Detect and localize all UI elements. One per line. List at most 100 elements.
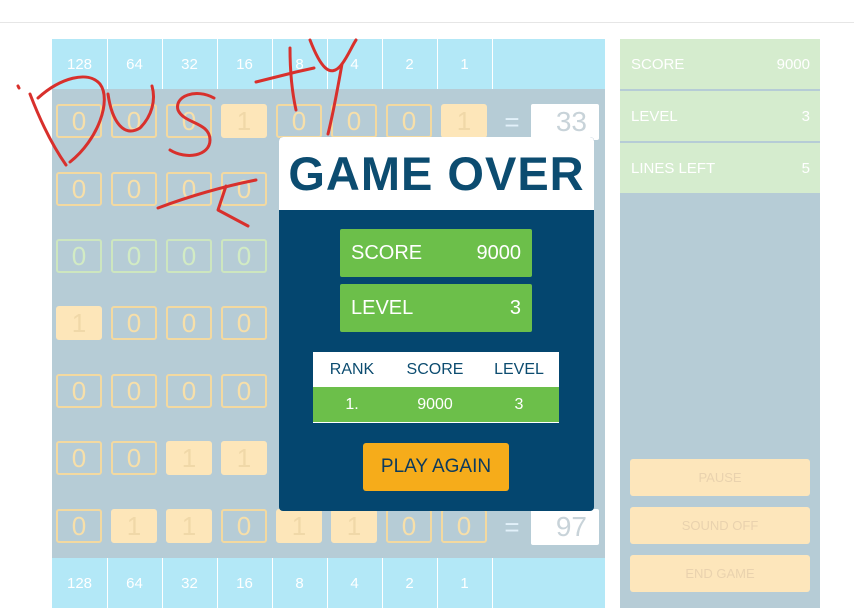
bit-place-value: 32 (181, 574, 198, 592)
bit-toggle[interactable]: 0 (56, 239, 102, 273)
column-divider (437, 558, 438, 608)
bit-place-value: 1 (460, 55, 469, 73)
final-score-value: 9000 (476, 241, 522, 264)
bit-place-value: 4 (350, 574, 359, 592)
score-value: 9000 (776, 55, 810, 73)
equals-sign: = (504, 511, 520, 542)
bit-toggle[interactable]: 1 (56, 306, 102, 340)
score-stat: SCORE 9000 (620, 39, 820, 89)
column-divider (492, 39, 493, 89)
bit-toggle[interactable]: 1 (331, 509, 377, 543)
level-label: LEVEL (631, 107, 678, 125)
bit-toggle[interactable]: 1 (441, 104, 487, 138)
bit-toggle[interactable]: 0 (111, 441, 157, 475)
bit-toggle[interactable]: 1 (221, 441, 267, 475)
final-level-label: LEVEL (351, 296, 414, 319)
bit-place-value: 2 (405, 55, 414, 73)
target-number: 33 (531, 104, 599, 140)
bit-toggle[interactable]: 0 (386, 104, 432, 138)
bit-toggle[interactable]: 0 (221, 239, 267, 273)
bit-toggle[interactable]: 1 (111, 509, 157, 543)
column-divider (437, 39, 438, 89)
score-header: SCORE (406, 360, 464, 378)
bit-toggle[interactable]: 0 (276, 104, 322, 138)
bit-place-value: 128 (66, 574, 93, 592)
bit-toggle[interactable]: 0 (166, 306, 212, 340)
bit-toggle[interactable]: 0 (221, 306, 267, 340)
bit-toggle[interactable]: 0 (111, 374, 157, 408)
bit-toggle[interactable]: 1 (166, 441, 212, 475)
column-divider (217, 558, 218, 608)
bit-toggle[interactable]: 0 (56, 172, 102, 206)
column-divider (107, 558, 108, 608)
bit-toggle[interactable]: 0 (221, 509, 267, 543)
bit-value-footer: 128 64 32 16 8 4 2 1 (52, 558, 605, 608)
bit-toggle[interactable]: 0 (111, 172, 157, 206)
bit-place-value: 1 (460, 574, 469, 592)
bit-value-header: 128 64 32 16 8 4 2 1 (52, 39, 605, 89)
bit-place-value: 128 (66, 55, 93, 73)
bit-place-value: 16 (236, 574, 253, 592)
game-over-title: GAME OVER (279, 137, 594, 210)
column-divider (217, 39, 218, 89)
level-value: 3 (801, 107, 810, 125)
final-score: SCORE 9000 (340, 229, 532, 277)
bit-toggle[interactable]: 0 (166, 239, 212, 273)
bit-toggle[interactable]: 0 (56, 509, 102, 543)
bit-toggle[interactable]: 0 (386, 509, 432, 543)
sidebar: SCORE 9000 LEVEL 3 LINES LEFT 5 PAUSE SO… (620, 39, 820, 608)
column-divider (162, 39, 163, 89)
target-number: 97 (531, 509, 599, 545)
high-score-table: RANK SCORE LEVEL 1. 9000 3 (313, 352, 559, 423)
bit-toggle[interactable]: 0 (166, 104, 212, 138)
pause-button[interactable]: PAUSE (630, 459, 810, 496)
level-header: LEVEL (494, 360, 544, 378)
bit-place-value: 64 (126, 574, 143, 592)
column-divider (327, 558, 328, 608)
final-level-value: 3 (509, 296, 521, 319)
end-game-button[interactable]: END GAME (630, 555, 810, 592)
bit-toggle[interactable]: 0 (56, 374, 102, 408)
lines-left-label: LINES LEFT (631, 159, 716, 177)
level-cell: 3 (514, 395, 524, 413)
high-score-header-row: RANK SCORE LEVEL (313, 352, 559, 387)
bit-toggle[interactable]: 0 (221, 172, 267, 206)
score-label: SCORE (631, 55, 685, 73)
bit-place-value: 2 (405, 574, 414, 592)
column-divider (162, 558, 163, 608)
column-divider (382, 39, 383, 89)
bit-place-value: 8 (295, 55, 304, 73)
column-divider (272, 558, 273, 608)
level-stat: LEVEL 3 (620, 91, 820, 141)
bit-toggle[interactable]: 0 (166, 374, 212, 408)
scribble-stroke (16, 84, 21, 90)
column-divider (382, 558, 383, 608)
final-level: LEVEL 3 (340, 284, 532, 332)
bit-toggle[interactable]: 0 (111, 239, 157, 273)
lines-left-stat: LINES LEFT 5 (620, 143, 820, 193)
bit-toggle[interactable]: 0 (441, 509, 487, 543)
bit-toggle[interactable]: 0 (56, 441, 102, 475)
final-score-label: SCORE (351, 241, 423, 264)
bit-place-value: 8 (295, 574, 304, 592)
bit-toggle[interactable]: 0 (56, 104, 102, 138)
lines-left-value: 5 (801, 159, 810, 177)
bit-toggle[interactable]: 1 (276, 509, 322, 543)
bit-toggle[interactable]: 0 (111, 306, 157, 340)
column-divider (272, 39, 273, 89)
score-cell: 9000 (417, 395, 453, 413)
bit-toggle[interactable]: 0 (221, 374, 267, 408)
play-again-button[interactable]: PLAY AGAIN (363, 443, 509, 491)
bit-toggle[interactable]: 1 (166, 509, 212, 543)
rank-header: RANK (329, 360, 375, 378)
game-over-dialog: GAME OVER SCORE 9000 LEVEL 3 RANK SCORE … (279, 137, 594, 511)
column-divider (327, 39, 328, 89)
bit-toggle[interactable]: 1 (221, 104, 267, 138)
bit-toggle[interactable]: 0 (166, 172, 212, 206)
sound-off-button[interactable]: SOUND OFF (630, 507, 810, 544)
column-divider (492, 558, 493, 608)
high-score-row: 1. 9000 3 (313, 387, 559, 422)
bit-place-value: 32 (181, 55, 198, 73)
bit-toggle[interactable]: 0 (111, 104, 157, 138)
bit-toggle[interactable]: 0 (331, 104, 377, 138)
